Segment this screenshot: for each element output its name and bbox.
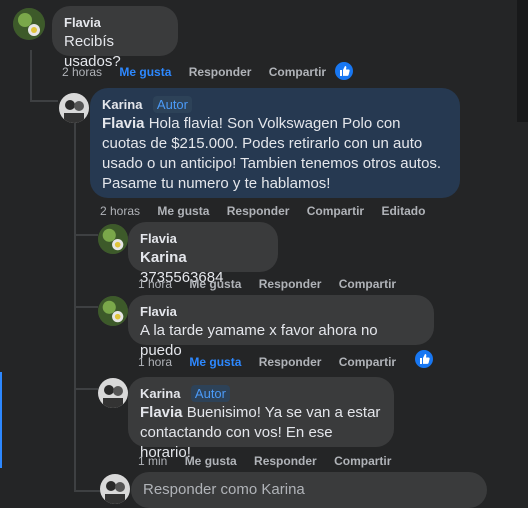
flavia-avatar-icon — [13, 8, 45, 40]
author-badge: Autor — [190, 385, 230, 402]
mention[interactable]: Karina — [140, 249, 187, 266]
flavia-avatar-icon — [98, 224, 128, 254]
comment-author[interactable]: Karina — [102, 97, 142, 112]
comment-author[interactable]: Karina — [140, 386, 180, 401]
karina-avatar-icon — [100, 474, 130, 504]
mention[interactable]: Flavia — [140, 404, 183, 421]
comment-actions: 1 hora Me gusta Responder Compartir — [138, 355, 410, 369]
comment-author[interactable]: Flavia — [64, 15, 101, 30]
reply-button[interactable]: Responder — [189, 65, 252, 79]
comment-actions: 2 horas Me gusta Responder Compartir Edi… — [100, 204, 439, 218]
timestamp[interactable]: 1 hora — [138, 277, 172, 291]
timestamp[interactable]: 1 hora — [138, 355, 172, 369]
thumbs-up-icon — [340, 66, 350, 76]
comment-actions: 1 hora Me gusta Responder Compartir — [138, 277, 410, 291]
comment-author[interactable]: Flavia — [140, 231, 177, 246]
reply-input[interactable]: Responder como Karina — [131, 472, 487, 508]
reply-button[interactable]: Responder — [254, 454, 317, 468]
thread-line — [74, 234, 98, 236]
timestamp[interactable]: 1 min — [138, 454, 167, 468]
thread-line — [74, 490, 100, 492]
share-button[interactable]: Compartir — [339, 355, 396, 369]
comment-bubble[interactable]: Flavia Recibís usados? — [52, 6, 178, 70]
avatar[interactable] — [98, 296, 128, 326]
reply-button[interactable]: Responder — [227, 204, 290, 218]
comment-text: Flavia Hola flavia! Son Volkswagen Polo … — [102, 114, 448, 194]
comment-bubble[interactable]: Flavia A la tarde yamame x favor ahora n… — [128, 295, 434, 359]
avatar[interactable] — [100, 474, 130, 504]
like-button[interactable]: Me gusta — [189, 277, 241, 291]
avatar[interactable] — [98, 378, 128, 408]
comment-body: Hola flavia! Son Volkswagen Polo con cuo… — [102, 115, 442, 192]
timestamp[interactable]: 2 horas — [100, 204, 140, 218]
like-reaction[interactable] — [333, 60, 355, 82]
edited-label: Editado — [381, 204, 426, 218]
reply-button[interactable]: Responder — [259, 277, 322, 291]
flavia-avatar-icon — [98, 296, 128, 326]
like-button[interactable]: Me gusta — [157, 204, 209, 218]
timestamp[interactable]: 2 horas — [62, 65, 102, 79]
share-button[interactable]: Compartir — [269, 65, 326, 79]
like-reaction[interactable] — [413, 348, 435, 370]
like-button[interactable]: Me gusta — [119, 65, 171, 79]
right-edge-divider — [517, 0, 528, 122]
comment-bubble[interactable]: Karina Autor Flavia Buenisimo! Ya se van… — [128, 377, 394, 461]
like-button[interactable]: Me gusta — [189, 355, 241, 369]
avatar[interactable] — [98, 224, 128, 254]
author-badge: Autor — [152, 96, 192, 113]
avatar[interactable] — [59, 93, 89, 123]
reply-button[interactable]: Responder — [259, 355, 322, 369]
thread-line — [30, 100, 58, 102]
scroll-indicator — [0, 372, 2, 468]
thread-line — [74, 306, 98, 308]
comment-author[interactable]: Flavia — [140, 304, 177, 319]
like-button[interactable]: Me gusta — [185, 454, 237, 468]
karina-avatar-icon — [98, 378, 128, 408]
karina-avatar-icon — [59, 93, 89, 123]
thumbs-up-icon — [420, 354, 430, 364]
comment-actions: 2 horas Me gusta Responder Compartir — [62, 65, 340, 79]
avatar[interactable] — [13, 8, 45, 40]
share-button[interactable]: Compartir — [339, 277, 396, 291]
thread-line — [30, 50, 32, 100]
share-button[interactable]: Compartir — [307, 204, 364, 218]
thread-line — [74, 388, 98, 390]
comment-bubble[interactable]: Flavia Karina 3735563684 — [128, 222, 278, 286]
comment-actions: 1 min Me gusta Responder Compartir — [138, 454, 405, 468]
share-button[interactable]: Compartir — [334, 454, 391, 468]
mention[interactable]: Flavia — [102, 115, 145, 132]
comment-bubble[interactable]: Karina Autor Flavia Hola flavia! Son Vol… — [90, 88, 460, 198]
